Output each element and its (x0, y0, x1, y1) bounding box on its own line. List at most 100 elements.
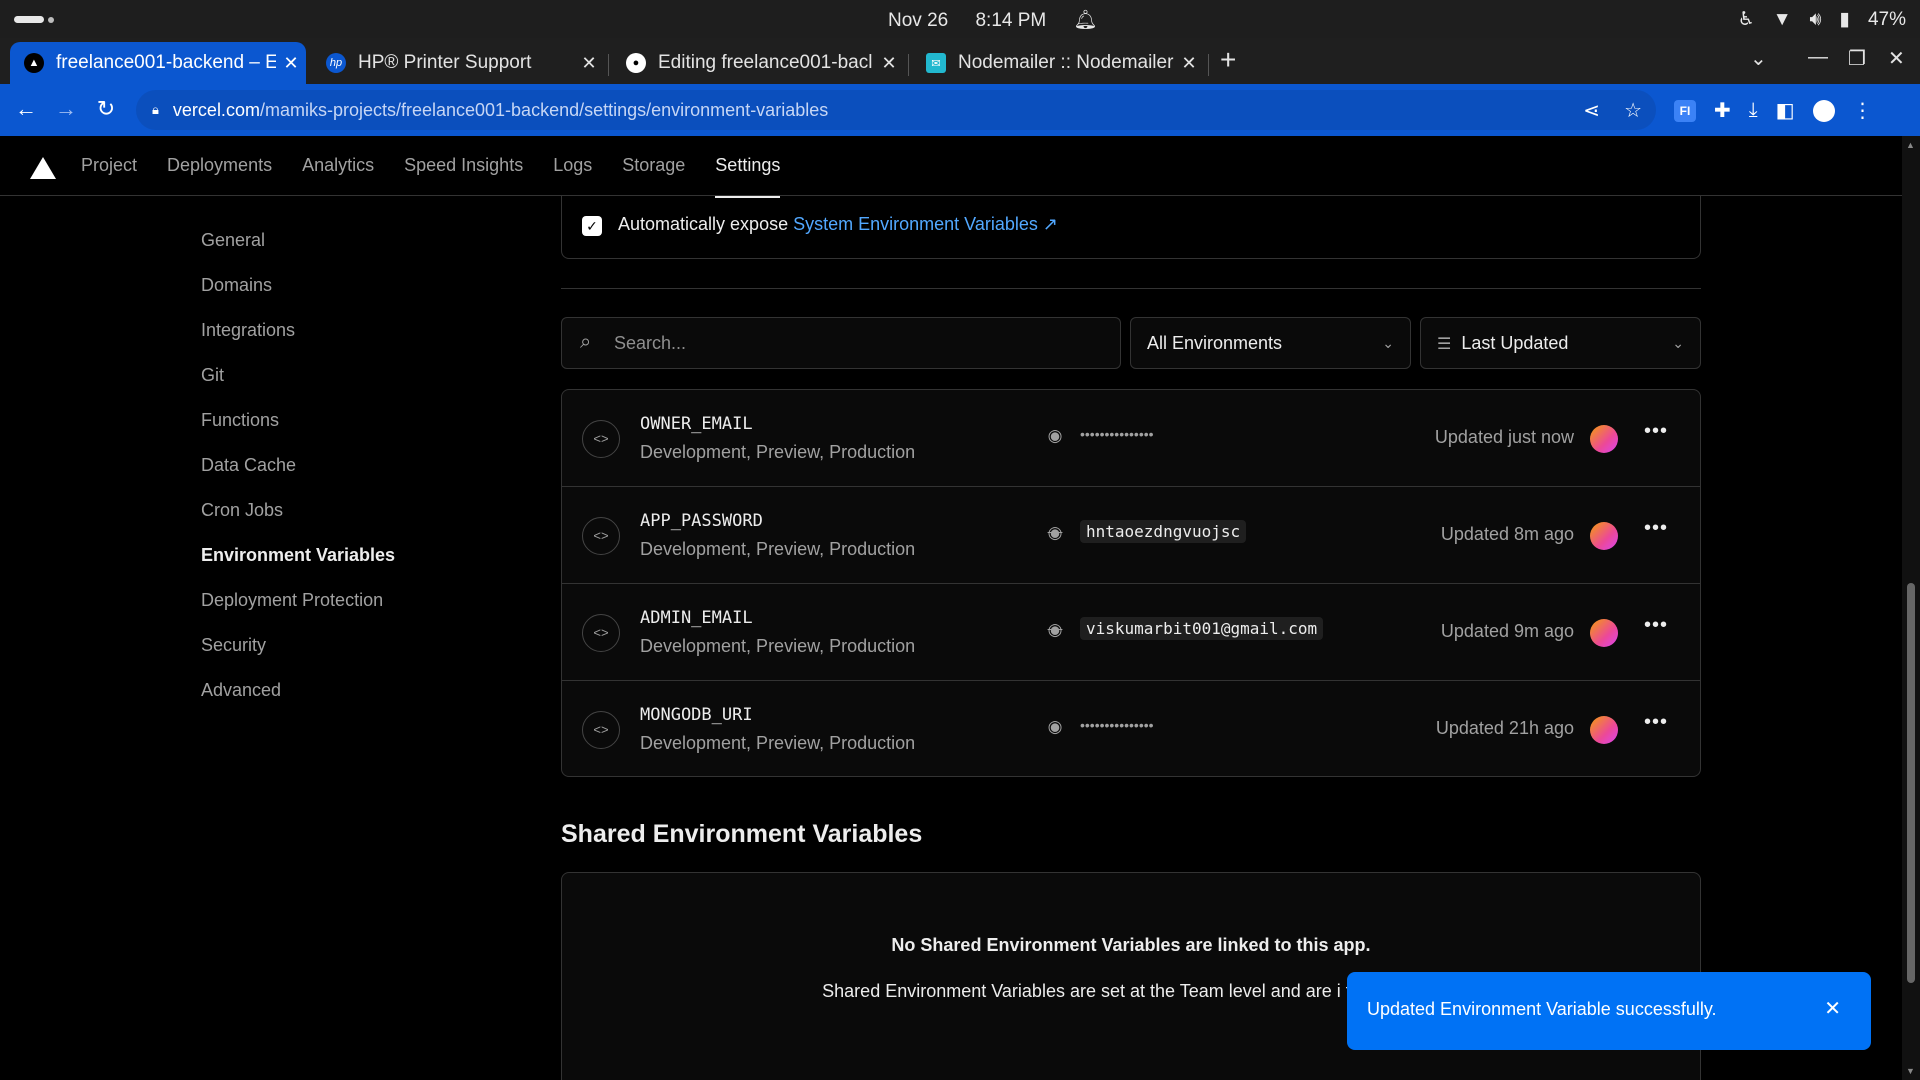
env-var-row: <> APP_PASSWORD Development, Preview, Pr… (562, 487, 1700, 584)
close-icon[interactable]: ✕ (1824, 996, 1841, 1021)
tab-divider (908, 54, 909, 76)
env-var-name: OWNER_EMAIL (640, 414, 753, 434)
hp-icon: hp (326, 53, 346, 73)
menu-kebab-icon[interactable]: ⋮ (1853, 98, 1873, 123)
nav-speed-insights[interactable]: Speed Insights (404, 136, 523, 196)
close-tab-icon[interactable]: ✕ (874, 53, 904, 74)
lock-icon[interactable]: 🔒︎ (152, 102, 159, 118)
env-var-environments: Development, Preview, Production (640, 539, 916, 559)
avatar[interactable] (1590, 425, 1618, 453)
section-divider (561, 288, 1701, 289)
tab-hp[interactable]: hp HP® Printer Support ✕ (312, 42, 604, 84)
sidebar-item-environment-variables[interactable]: Environment Variables (201, 535, 395, 580)
nav-logs[interactable]: Logs (553, 136, 592, 196)
download-icon[interactable]: ⤓ (1749, 99, 1758, 122)
sidebar-item-data-cache[interactable]: Data Cache (201, 445, 395, 490)
expose-checkbox[interactable]: ✓ (582, 216, 602, 236)
puzzle-icon[interactable]: ✚ (1714, 98, 1731, 123)
sidebar-item-git[interactable]: Git (201, 355, 395, 400)
minimize-icon[interactable]: — (1808, 46, 1828, 69)
env-var-updated: Updated just now (1434, 427, 1574, 447)
avatar[interactable] (1590, 522, 1618, 550)
more-options-icon[interactable]: ••• (1644, 711, 1668, 734)
env-var-name: ADMIN_EMAIL (640, 608, 753, 628)
avatar[interactable] (1590, 716, 1618, 744)
system-env-vars-link[interactable]: System Environment Variables ↗ (793, 214, 1058, 234)
env-var-row: <> MONGODB_URI Development, Preview, Pro… (562, 681, 1700, 778)
browser-toolbar: ← → ↻ 🔒︎ vercel.com/mamiks-projects/free… (0, 84, 1920, 136)
reload-icon[interactable]: ↻ (92, 96, 120, 122)
env-var-row: <> ADMIN_EMAIL Development, Preview, Pro… (562, 584, 1700, 681)
env-var-value: viskumarbit001@gmail.com (1080, 617, 1324, 640)
nav-project[interactable]: Project (81, 136, 137, 196)
search-input[interactable] (614, 318, 1104, 368)
scroll-up-icon[interactable]: ▲ (1906, 140, 1915, 150)
eye-off-icon[interactable]: ◉ (1043, 620, 1067, 640)
sort-select[interactable]: ☰ Last Updated ⌄ (1420, 317, 1701, 369)
back-icon[interactable]: ← (12, 96, 40, 122)
extension-fi-icon[interactable]: FI (1674, 99, 1696, 122)
env-var-name: APP_PASSWORD (640, 511, 763, 531)
tab-title: Nodemailer :: Nodemailer (958, 52, 1174, 73)
alarm-icon: 🔔︎ (1073, 10, 1098, 31)
profile-avatar[interactable] (1812, 99, 1835, 122)
nav-deployments[interactable]: Deployments (167, 136, 272, 196)
vercel-logo-icon[interactable] (30, 157, 56, 179)
tab-github[interactable]: ● Editing freelance001-bacl ✕ (612, 42, 904, 84)
address-bar[interactable]: 🔒︎ vercel.com/mamiks-projects/freelance0… (136, 90, 1656, 130)
new-tab-button[interactable]: + (1220, 44, 1236, 76)
side-panel-icon[interactable]: ◧ (1776, 98, 1795, 123)
more-options-icon[interactable]: ••• (1644, 517, 1668, 540)
tab-search-icon[interactable]: ⌄ (1750, 46, 1767, 71)
sidebar-item-deployment-protection[interactable]: Deployment Protection (201, 580, 395, 625)
env-var-environments: Development, Preview, Production (640, 636, 916, 656)
sidebar-item-integrations[interactable]: Integrations (201, 310, 395, 355)
expose-label: Automatically expose System Environment … (618, 214, 1058, 235)
sidebar-item-security[interactable]: Security (201, 625, 395, 670)
more-options-icon[interactable]: ••• (1644, 420, 1668, 443)
sidebar-item-domains[interactable]: Domains (201, 265, 395, 310)
sidebar-item-advanced[interactable]: Advanced (201, 670, 395, 715)
forward-icon[interactable]: → (52, 96, 80, 122)
code-icon: <> (582, 517, 620, 555)
tab-divider (608, 54, 609, 76)
notification-dot (48, 17, 54, 23)
environment-select[interactable]: All Environments ⌄ (1130, 317, 1411, 369)
close-tab-icon[interactable]: ✕ (276, 53, 306, 74)
env-var-value-masked: ••••••••••••••• (1080, 426, 1154, 442)
share-icon[interactable]: ⋖ (1583, 98, 1600, 123)
tab-vercel[interactable]: ▲ freelance001-backend – E ✕ (10, 42, 306, 84)
env-var-environments: Development, Preview, Production (640, 442, 916, 462)
status-icons: ♿︎ ▼ 🔊︎ ▮ 47% (1738, 8, 1906, 31)
external-link-icon: ↗ (1042, 214, 1058, 234)
chevron-down-icon: ⌄ (1382, 335, 1394, 351)
close-tab-icon[interactable]: ✕ (574, 53, 604, 74)
nav-settings[interactable]: Settings (715, 136, 781, 198)
extensions-area: FI ✚ ⤓ ◧ ⋮ (1674, 98, 1873, 123)
status-date: Nov 26 (888, 10, 949, 31)
eye-icon[interactable]: ◉ (1043, 426, 1067, 446)
sidebar-item-cron-jobs[interactable]: Cron Jobs (201, 490, 395, 535)
tab-nodemailer[interactable]: ✉ Nodemailer :: Nodemailer ✕ (912, 42, 1204, 84)
env-var-value-masked: ••••••••••••••• (1080, 717, 1154, 733)
env-var-value: hntaoezdngvuojsc (1080, 520, 1247, 543)
close-window-icon[interactable]: ✕ (1888, 46, 1905, 71)
scrollbar-thumb[interactable] (1907, 583, 1915, 983)
env-var-environments: Development, Preview, Production (640, 733, 916, 753)
eye-off-icon[interactable]: ◉ (1043, 523, 1067, 543)
sidebar-item-general[interactable]: General (201, 220, 395, 265)
scroll-down-icon[interactable]: ▼ (1906, 1066, 1915, 1076)
more-options-icon[interactable]: ••• (1644, 614, 1668, 637)
restore-icon[interactable]: ❐ (1848, 46, 1866, 71)
page-scrollbar[interactable]: ▲ ▼ (1902, 136, 1920, 1080)
nav-storage[interactable]: Storage (622, 136, 685, 196)
close-tab-icon[interactable]: ✕ (1174, 53, 1204, 74)
accessibility-icon: ♿︎ (1737, 9, 1755, 30)
sidebar-item-functions[interactable]: Functions (201, 400, 395, 445)
nav-analytics[interactable]: Analytics (302, 136, 374, 196)
avatar[interactable] (1590, 619, 1618, 647)
eye-icon[interactable]: ◉ (1043, 717, 1067, 737)
env-var-name: MONGODB_URI (640, 705, 753, 725)
bookmark-star-icon[interactable]: ☆ (1624, 98, 1642, 123)
tab-title: Editing freelance001-bacl (658, 52, 873, 73)
